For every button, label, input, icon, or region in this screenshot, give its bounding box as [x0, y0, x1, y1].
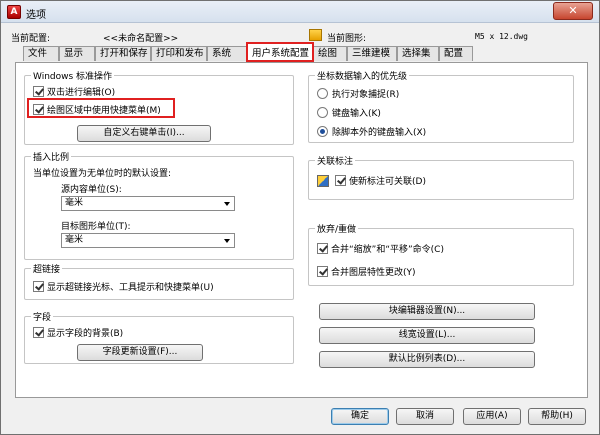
- window-title: 选项: [26, 10, 46, 21]
- apply-button[interactable]: 应用(A): [463, 408, 521, 425]
- priority-option-osnap[interactable]: 执行对象捕捉(R): [317, 87, 399, 100]
- app-icon: A: [7, 5, 21, 19]
- combine-layer-box[interactable]: [317, 266, 328, 277]
- associative-dim-group: 关联标注 使新标注可关联(D): [308, 154, 574, 200]
- current-profile-value: <<未命名配置>>: [103, 34, 179, 44]
- current-drawing-label: 当前图形:: [327, 34, 367, 44]
- hyperlink-label: 显示超链接光标、工具提示和快捷菜单(U): [47, 283, 214, 293]
- target-units-select[interactable]: 毫米: [61, 233, 235, 248]
- tab-display[interactable]: 显示: [59, 46, 95, 61]
- priority-keyboard-label: 键盘输入(K): [332, 109, 381, 119]
- tab-drafting[interactable]: 绘图: [313, 46, 347, 61]
- help-button[interactable]: 帮助(H): [528, 408, 586, 425]
- target-units-value: 毫米: [65, 235, 84, 245]
- associative-dim-box[interactable]: [335, 175, 346, 186]
- field-background-checkbox[interactable]: 显示字段的背景(B): [33, 326, 123, 339]
- combine-zoom-pan-box[interactable]: [317, 243, 328, 254]
- tab-profiles[interactable]: 配置: [439, 46, 473, 61]
- coordinate-priority-group: 坐标数据输入的优先级 执行对象捕捉(R) 键盘输入(K) 除脚本外的键盘输入(X…: [308, 69, 574, 143]
- dblclick-edit-checkbox[interactable]: 双击进行编辑(O): [33, 85, 115, 98]
- associative-dim-title: 关联标注: [315, 154, 356, 167]
- source-units-value: 毫米: [65, 198, 84, 208]
- source-units-select[interactable]: 毫米: [61, 196, 235, 211]
- tab-plot-publish[interactable]: 打印和发布: [151, 46, 207, 61]
- target-units-dropdown-icon[interactable]: [224, 239, 230, 243]
- windows-standard-group: Windows 标准操作 双击进行编辑(O) 绘图区域中使用快捷菜单(M) 自定…: [24, 69, 294, 145]
- shortcut-highlight-frame: [27, 98, 175, 118]
- source-units-label: 源内容单位(S):: [61, 185, 122, 195]
- dblclick-edit-box[interactable]: [33, 86, 44, 97]
- priority-osnap-label: 执行对象捕捉(R): [332, 90, 400, 100]
- current-profile-label: 当前配置:: [11, 34, 51, 44]
- combine-layer-label: 合并图层特性更改(Y): [331, 268, 416, 278]
- customize-right-click-button[interactable]: 自定义右键单击(I)...: [77, 125, 211, 142]
- associative-dim-checkbox[interactable]: 使新标注可关联(D): [317, 174, 426, 187]
- insertion-desc: 当单位设置为无单位时的默认设置:: [33, 169, 172, 179]
- hyperlink-title: 超链接: [31, 262, 63, 275]
- priority-except-scripts-label: 除脚本外的键盘输入(X): [332, 128, 427, 138]
- user-preferences-panel: Windows 标准操作 双击进行编辑(O) 绘图区域中使用快捷菜单(M) 自定…: [15, 62, 588, 398]
- combine-zoom-pan-checkbox[interactable]: 合并“缩放”和“平移”命令(C): [317, 242, 444, 255]
- tab-highlight-frame: [246, 42, 314, 62]
- priority-osnap-radio[interactable]: [317, 88, 328, 99]
- priority-except-scripts-radio[interactable]: [317, 126, 328, 137]
- tab-open-save[interactable]: 打开和保存: [95, 46, 151, 61]
- drawing-icon: [309, 29, 322, 41]
- hyperlink-box[interactable]: [33, 281, 44, 292]
- options-dialog: A 选项 ✕ 当前配置: <<未命名配置>> 当前图形: M5 x 12.dwg…: [0, 0, 600, 435]
- priority-keyboard-radio[interactable]: [317, 107, 328, 118]
- undo-redo-title: 放弃/重做: [315, 222, 359, 235]
- target-units-label: 目标图形单位(T):: [61, 222, 131, 232]
- tab-files[interactable]: 文件: [23, 46, 59, 61]
- tab-system[interactable]: 系统: [207, 46, 247, 61]
- current-drawing-value: M5 x 12.dwg: [475, 32, 528, 41]
- fields-group: 字段 显示字段的背景(B) 字段更新设置(F)...: [24, 310, 294, 364]
- title-bar: A 选项 ✕: [1, 1, 599, 23]
- insertion-scale-group: 插入比例 当单位设置为无单位时的默认设置: 源内容单位(S): 毫米 目标图形单…: [24, 150, 294, 260]
- associative-dim-label: 使新标注可关联(D): [349, 177, 426, 187]
- hyperlink-group: 超链接 显示超链接光标、工具提示和快捷菜单(U): [24, 262, 294, 300]
- field-background-box[interactable]: [33, 327, 44, 338]
- combine-layer-checkbox[interactable]: 合并图层特性更改(Y): [317, 265, 416, 278]
- undo-redo-group: 放弃/重做 合并“缩放”和“平移”命令(C) 合并图层特性更改(Y): [308, 222, 574, 286]
- dblclick-edit-label: 双击进行编辑(O): [47, 88, 116, 98]
- priority-option-keyboard[interactable]: 键盘输入(K): [317, 106, 381, 119]
- tab-selection[interactable]: 选择集: [397, 46, 439, 61]
- windows-standard-title: Windows 标准操作: [31, 69, 115, 82]
- cancel-button[interactable]: 取消: [396, 408, 454, 425]
- field-background-label: 显示字段的背景(B): [47, 329, 124, 339]
- hyperlink-checkbox[interactable]: 显示超链接光标、工具提示和快捷菜单(U): [33, 280, 214, 293]
- close-button[interactable]: ✕: [553, 2, 593, 20]
- associative-dim-icon: [317, 174, 329, 187]
- block-editor-settings-button[interactable]: 块编辑器设置(N)...: [319, 303, 535, 320]
- insertion-scale-title: 插入比例: [31, 150, 72, 163]
- priority-option-keyboard-except-scripts[interactable]: 除脚本外的键盘输入(X): [317, 125, 426, 138]
- default-scale-list-button[interactable]: 默认比例列表(D)...: [319, 351, 535, 368]
- fields-title: 字段: [31, 310, 54, 323]
- tab-3d-modeling[interactable]: 三维建模: [347, 46, 397, 61]
- source-units-dropdown-icon[interactable]: [224, 202, 230, 206]
- lineweight-settings-button[interactable]: 线宽设置(L)...: [319, 327, 535, 344]
- combine-zoom-pan-label: 合并“缩放”和“平移”命令(C): [331, 245, 444, 255]
- field-update-settings-button[interactable]: 字段更新设置(F)...: [77, 344, 203, 361]
- ok-button[interactable]: 确定: [331, 408, 389, 425]
- coordinate-priority-title: 坐标数据输入的优先级: [315, 69, 410, 82]
